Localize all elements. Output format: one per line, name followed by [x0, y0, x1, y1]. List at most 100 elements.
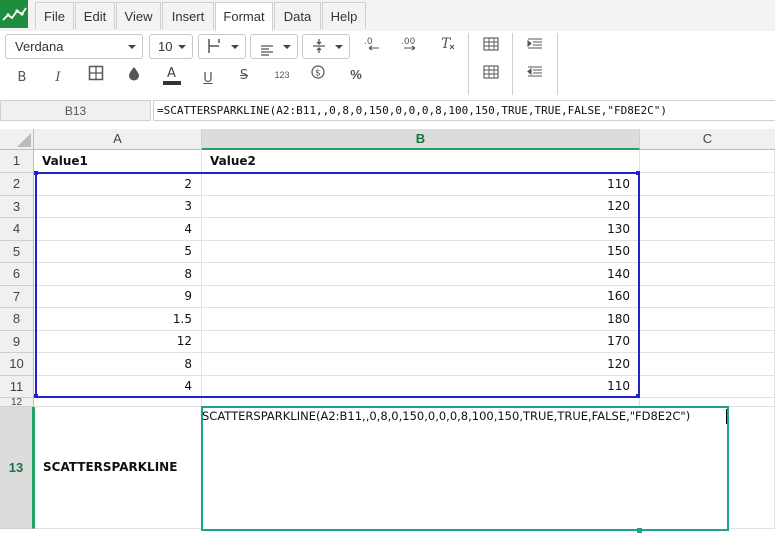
cell-a6[interactable]: 8 [34, 263, 202, 286]
underline-icon[interactable]: U [196, 68, 220, 90]
cell-c3[interactable] [640, 196, 775, 218]
number-format-icon[interactable]: 123 [270, 64, 294, 86]
cell-b10[interactable]: 120 [202, 353, 640, 376]
row-header[interactable]: 2 [0, 173, 34, 196]
cell-c11[interactable] [640, 376, 775, 398]
cell-b7[interactable]: 160 [202, 286, 640, 308]
row-header[interactable]: 4 [0, 218, 34, 241]
cell-c9[interactable] [640, 331, 775, 353]
toolbar-divider [468, 33, 469, 95]
cell-c10[interactable] [640, 353, 775, 376]
align-left-icon [260, 40, 274, 63]
cell-b8[interactable]: 180 [202, 308, 640, 331]
selection-handle[interactable] [636, 394, 640, 398]
row-header[interactable]: 1 [0, 150, 34, 173]
svg-text:.0: .0 [364, 37, 373, 47]
svg-text:A: A [167, 66, 176, 81]
fill-handle[interactable] [637, 528, 642, 533]
row-header[interactable]: 10 [0, 353, 34, 376]
fill-color-icon[interactable] [122, 65, 146, 87]
cell-a3[interactable]: 3 [34, 196, 202, 218]
svg-text:.00: .00 [401, 37, 416, 47]
cell-a7[interactable]: 9 [34, 286, 202, 308]
cell-c1[interactable] [640, 150, 775, 173]
cell-c6[interactable] [640, 263, 775, 286]
menu-view[interactable]: View [116, 2, 161, 29]
cell-a1[interactable]: Value1 [34, 150, 202, 173]
row-header[interactable]: 3 [0, 196, 34, 218]
font-family-value: Verdana [15, 39, 64, 54]
row-header[interactable]: 8 [0, 308, 34, 331]
cell-a13[interactable]: SCATTERSPARKLINE [34, 407, 202, 529]
row-header[interactable]: 6 [0, 263, 34, 286]
cell-b6[interactable]: 140 [202, 263, 640, 286]
selection-handle[interactable] [636, 171, 640, 175]
name-box[interactable]: B13 [0, 100, 151, 121]
decrease-decimal-icon[interactable]: .0 [360, 35, 384, 57]
row-header[interactable]: 9 [0, 331, 34, 353]
vertical-align-icon [312, 38, 326, 61]
row-header[interactable]: 5 [0, 241, 34, 263]
menu-insert[interactable]: Insert [162, 2, 214, 29]
align-dropdown[interactable] [250, 34, 298, 59]
cell-c5[interactable] [640, 241, 775, 263]
select-all-corner[interactable] [0, 129, 34, 150]
cell-b4[interactable]: 130 [202, 218, 640, 241]
cell-c4[interactable] [640, 218, 775, 241]
currency-icon[interactable]: $ [306, 64, 330, 86]
text-color-icon[interactable]: A [160, 64, 184, 86]
vertical-align-dropdown[interactable] [302, 34, 350, 59]
cell-b11[interactable]: 110 [202, 376, 640, 398]
cell-a10[interactable]: 8 [34, 353, 202, 376]
cell-c2[interactable] [640, 173, 775, 196]
cell-c7[interactable] [640, 286, 775, 308]
menu-format[interactable]: Format [215, 2, 273, 32]
cell-c8[interactable] [640, 308, 775, 331]
menu-help[interactable]: Help [322, 2, 366, 29]
cell-a12[interactable] [34, 398, 202, 407]
cell-a8[interactable]: 1.5 [34, 308, 202, 331]
selection-handle[interactable] [34, 171, 38, 175]
column-header-c[interactable]: C [640, 129, 775, 150]
active-cell-editor[interactable]: SCATTERSPARKLINE(A2:B11,,0,8,0,150,0,0,0… [201, 406, 729, 531]
strikethrough-icon[interactable]: S [232, 65, 256, 87]
column-header-a[interactable]: A [34, 129, 202, 150]
cell-b5[interactable]: 150 [202, 241, 640, 263]
table-icon[interactable] [479, 36, 503, 58]
row-header[interactable]: 11 [0, 376, 34, 398]
row-header[interactable]: 12 [0, 398, 34, 408]
cell-b3[interactable]: 120 [202, 196, 640, 218]
toolbar-divider [512, 33, 513, 95]
indent-icon[interactable] [523, 36, 547, 58]
bold-icon[interactable]: B [10, 67, 34, 89]
menu-data[interactable]: Data [274, 2, 321, 29]
borders-grid-icon[interactable] [84, 65, 108, 87]
clear-format-icon[interactable]: T [436, 35, 460, 57]
row-header[interactable]: 7 [0, 286, 34, 308]
border-icon [207, 38, 221, 61]
font-size-value: 10 [158, 39, 173, 54]
font-family-select[interactable]: Verdana [5, 34, 143, 59]
cell-a11[interactable]: 4 [34, 376, 202, 398]
cell-a9[interactable]: 12 [34, 331, 202, 353]
column-header-b[interactable]: B [202, 129, 640, 150]
cell-b1[interactable]: Value2 [202, 150, 640, 173]
percent-icon[interactable]: % [344, 64, 368, 86]
borders-dropdown[interactable] [198, 34, 246, 59]
increase-decimal-icon[interactable]: .00 [398, 35, 422, 57]
cell-a2[interactable]: 2 [34, 173, 202, 196]
row-header[interactable]: 13 [0, 407, 34, 529]
cell-b9[interactable]: 170 [202, 331, 640, 353]
outdent-icon[interactable] [523, 64, 547, 86]
cell-a5[interactable]: 5 [34, 241, 202, 263]
selection-handle[interactable] [34, 394, 38, 398]
formula-input[interactable]: =SCATTERSPARKLINE(A2:B11,,0,8,0,150,0,0,… [153, 100, 775, 121]
cell-b2[interactable]: 110 [202, 173, 640, 196]
menu-file[interactable]: File [35, 2, 74, 29]
menu-edit[interactable]: Edit [75, 2, 115, 29]
italic-icon[interactable]: I [46, 67, 70, 89]
font-size-select[interactable]: 10 [149, 34, 193, 59]
chevron-down-icon [283, 45, 291, 49]
cell-a4[interactable]: 4 [34, 218, 202, 241]
table-borders-icon[interactable] [479, 64, 503, 86]
